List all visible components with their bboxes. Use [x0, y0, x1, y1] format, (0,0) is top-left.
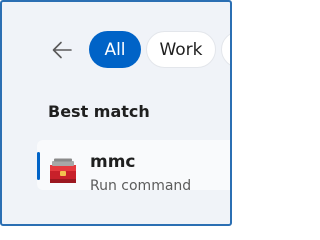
- filter-tab-work[interactable]: Work: [146, 31, 216, 68]
- section-heading: Best match: [48, 102, 150, 121]
- result-title: mmc: [90, 152, 136, 172]
- filter-tab-next[interactable]: [221, 31, 230, 68]
- best-match-result[interactable]: mmc Run command: [37, 140, 230, 194]
- filter-tab-label: All: [104, 39, 126, 60]
- back-button[interactable]: [46, 35, 78, 65]
- search-window: All Work Best match mmc Run command: [0, 0, 232, 226]
- toolbox-icon: [50, 158, 76, 183]
- result-subtitle: Run command: [90, 178, 192, 194]
- filter-tab-all[interactable]: All: [89, 31, 141, 68]
- back-arrow-icon: [52, 41, 72, 59]
- selection-indicator: [37, 152, 40, 180]
- filter-tab-label: Work: [159, 39, 203, 60]
